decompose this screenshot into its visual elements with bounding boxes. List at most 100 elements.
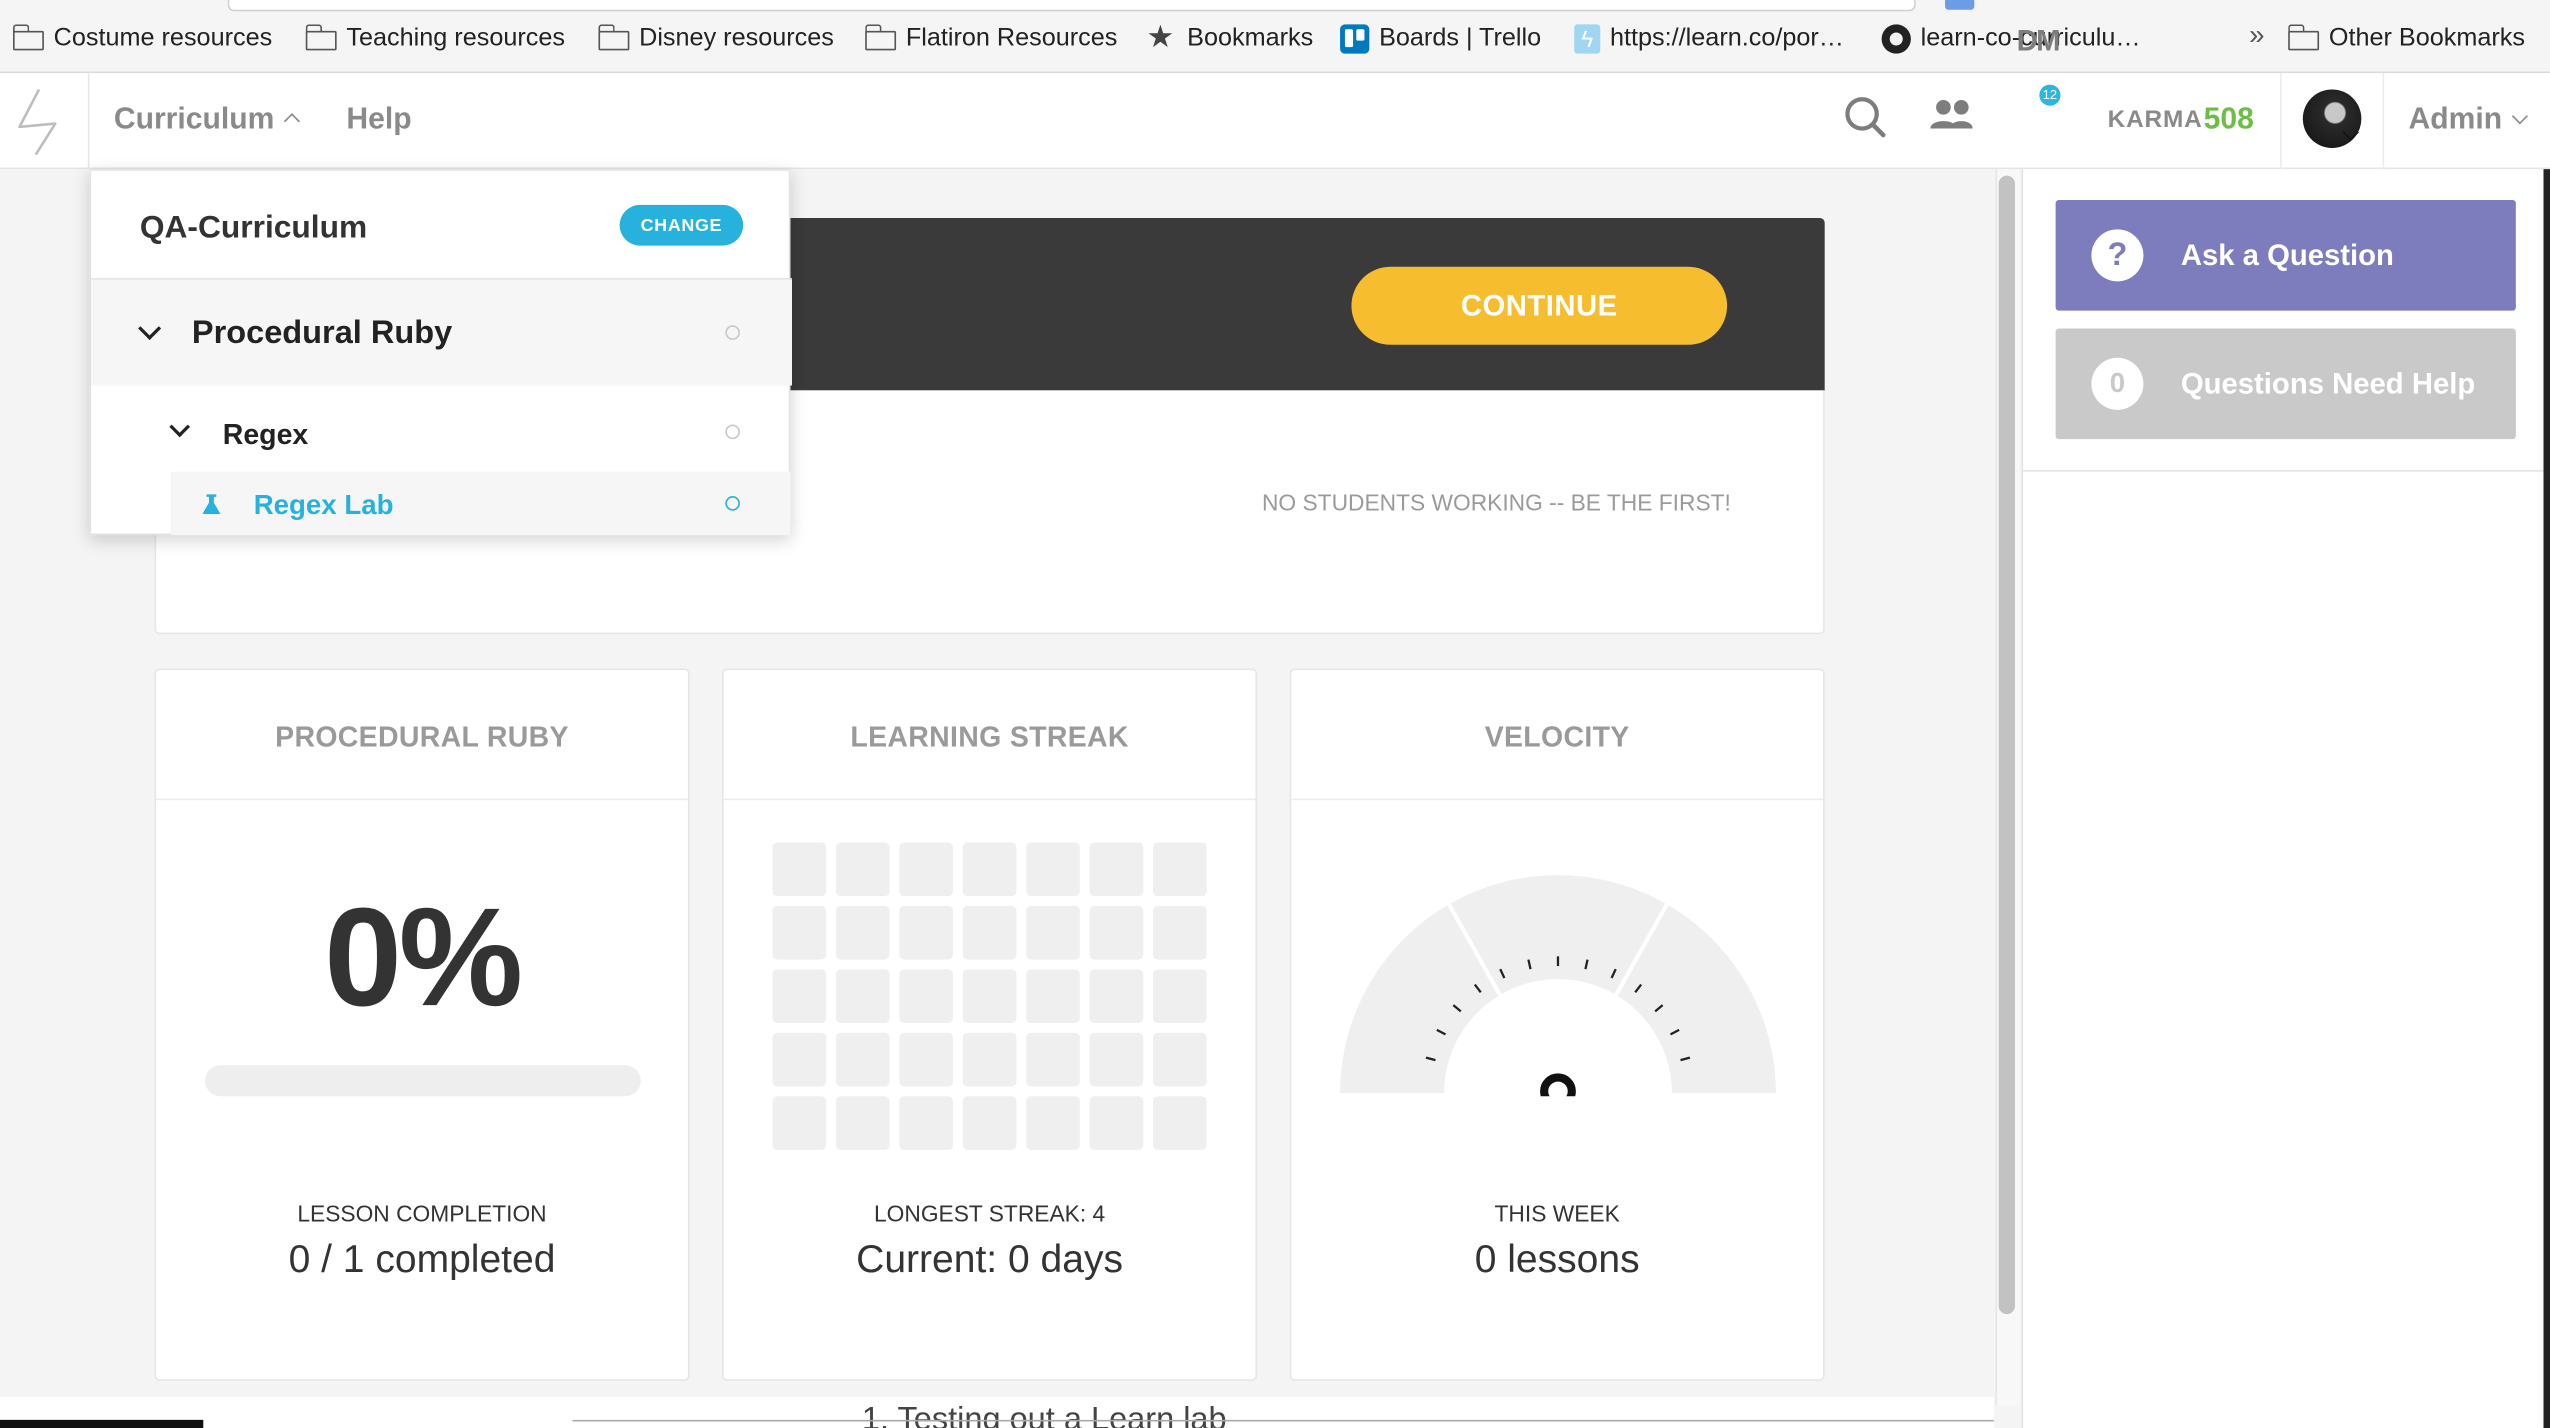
streak-day-cell [899, 842, 954, 897]
streak-day-cell [1026, 1096, 1080, 1150]
completion-label: LESSON COMPLETION [297, 1200, 547, 1227]
need-help-count: 0 [2091, 357, 2144, 410]
completion-percent: 0% [324, 879, 523, 1037]
search-icon[interactable] [1843, 94, 1889, 140]
completion-card: PROCEDURAL RUBY 0% LESSON COMPLETION 0 /… [154, 668, 690, 1381]
sidebar-divider [2023, 470, 2550, 472]
ask-question-label: Ask a Question [2180, 239, 2394, 272]
velocity-value: 0 lessons [1474, 1237, 1640, 1282]
bookmark-teaching-resources[interactable]: Teaching resources [305, 20, 565, 59]
bookmarks-bar: Costume resources Teaching resources Dis… [0, 0, 2550, 74]
bookmark-github[interactable]: learn-co-curriculu… [1881, 20, 2141, 59]
dm-count-badge: 12 [2039, 84, 2061, 106]
bookmark-disney-resources[interactable]: Disney resources [597, 20, 834, 59]
bookmark-learn[interactable]: ϟ https://learn.co/por… [1574, 20, 1844, 59]
bookmark-flatiron-resources[interactable]: Flatiron Resources [864, 20, 1118, 59]
streak-day-cell [772, 1032, 827, 1087]
streak-day-cell [1089, 1032, 1144, 1087]
more-bookmarks-button[interactable]: » [2249, 20, 2264, 53]
streak-day-cell [899, 1096, 954, 1150]
nav-divider [2280, 73, 2282, 170]
streak-card-title: LEARNING STREAK [723, 670, 1256, 801]
completion-value: 0 / 1 completed [288, 1237, 556, 1282]
bookmark-label: https://learn.co/por… [1610, 24, 1844, 53]
completion-progress-bar [204, 1065, 641, 1097]
questions-need-help-button[interactable]: 0 Questions Need Help [2055, 328, 2516, 440]
folder-icon [864, 24, 897, 51]
lesson-list-item[interactable]: 1. Testing out a Learn lab [862, 1402, 1227, 1428]
learn-icon: ϟ [1574, 24, 1601, 54]
streak-day-cell [1153, 1032, 1207, 1087]
browser-tab-indicator [1945, 0, 1975, 10]
bookmark-trello[interactable]: Boards | Trello [1340, 20, 1541, 59]
change-curriculum-button[interactable]: CHANGE [619, 204, 744, 246]
lesson-label: Regex Lab [253, 489, 394, 521]
nav-divider [2382, 73, 2385, 170]
streak-day-cell [1153, 842, 1207, 897]
subsection-label[interactable]: Regex [223, 418, 308, 452]
velocity-gauge [1340, 875, 1776, 1097]
section-label: Procedural Ruby [191, 315, 453, 352]
lightning-logo-icon [18, 88, 57, 156]
direct-messages-button[interactable]: DM [2017, 24, 2061, 58]
folder-icon [597, 24, 630, 51]
question-mark-icon: ? [2091, 229, 2144, 282]
curriculum-dropdown: QA-Curriculum CHANGE Procedural Ruby Reg… [89, 169, 792, 536]
bookmark-label: Other Bookmarks [2328, 24, 2525, 53]
bookmark-other[interactable]: Other Bookmarks [2287, 20, 2525, 59]
velocity-label: THIS WEEK [1494, 1200, 1620, 1227]
bookmark-costume-resources[interactable]: Costume resources [12, 20, 273, 59]
bottom-edge [0, 1419, 204, 1428]
streak-day-cell [835, 1096, 890, 1150]
bookmark-label: Boards | Trello [1379, 24, 1542, 53]
streak-calendar-grid [772, 842, 1207, 1150]
window-edge [2543, 169, 2550, 1428]
continue-button[interactable]: CONTINUE [1351, 266, 1728, 345]
completion-card-title: PROCEDURAL RUBY [156, 670, 688, 801]
people-icon[interactable] [1929, 98, 1975, 134]
chevron-down-icon [2511, 108, 2528, 125]
streak-day-cell [772, 969, 827, 1024]
streak-day-cell [835, 1032, 890, 1087]
streak-day-cell [962, 1032, 1017, 1087]
trello-icon [1340, 24, 1370, 54]
admin-menu[interactable]: Admin [2409, 101, 2528, 137]
chevron-down-icon [169, 416, 191, 438]
streak-day-cell [899, 905, 954, 960]
folder-icon [2287, 24, 2320, 51]
streak-day-cell [899, 1032, 954, 1087]
curriculum-menu[interactable]: Curriculum [114, 101, 300, 137]
subsection-status-circle-icon [725, 424, 740, 440]
streak-day-cell [835, 842, 890, 897]
avatar[interactable] [2302, 89, 2362, 149]
lesson-status-circle-icon [725, 496, 740, 511]
streak-day-cell [1153, 969, 1207, 1024]
ask-question-button[interactable]: ? Ask a Question [2055, 200, 2516, 311]
streak-day-cell [899, 969, 954, 1024]
bookmark-label: Costume resources [53, 24, 273, 53]
lab-flask-icon [202, 494, 221, 514]
streak-value: Current: 0 days [856, 1237, 1123, 1282]
learn-logo[interactable] [0, 73, 90, 170]
no-students-text: NO STUDENTS WORKING -- BE THE FIRST! [1261, 489, 1731, 516]
folder-icon [305, 24, 337, 51]
velocity-card-title: VELOCITY [1291, 670, 1824, 801]
streak-day-cell [1089, 905, 1144, 960]
help-link[interactable]: Help [346, 101, 411, 137]
karma-label: KARMA [2107, 105, 2203, 134]
streak-card: LEARNING STREAK LONGEST STREAK: 4 Curren… [722, 668, 1258, 1381]
scrollbar-thumb[interactable] [1998, 175, 2015, 1315]
bookmark-bookmarks[interactable]: ★ Bookmarks [1147, 20, 1314, 59]
questions-need-help-label: Questions Need Help [2180, 367, 2476, 401]
streak-label: LONGEST STREAK: 4 [874, 1200, 1106, 1227]
streak-day-cell [1089, 842, 1144, 897]
velocity-card: VELOCITY THIS WEEK 0 lessons [1289, 668, 1825, 1381]
star-icon: ★ [1146, 21, 1175, 56]
streak-day-cell [1153, 905, 1207, 960]
streak-day-cell [1153, 1096, 1207, 1150]
streak-day-cell [835, 905, 890, 960]
bookmark-label: Disney resources [639, 24, 834, 53]
streak-day-cell [962, 905, 1017, 960]
section-status-circle-icon [725, 325, 740, 340]
bookmark-label: Flatiron Resources [905, 24, 1118, 53]
